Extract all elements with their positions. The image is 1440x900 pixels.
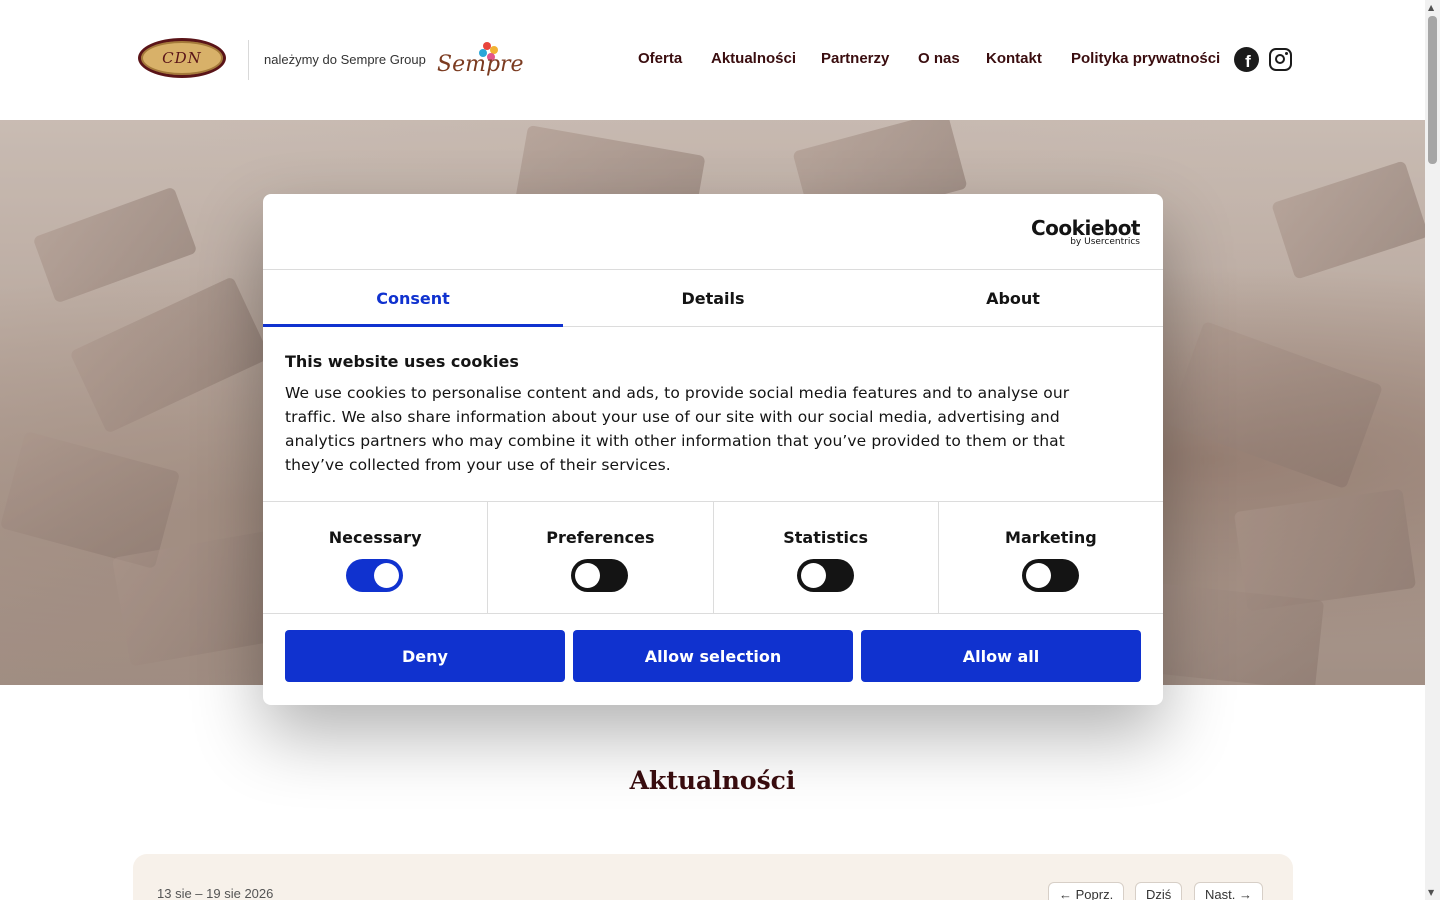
dialog-description: We use cookies to personalise content an… xyxy=(285,384,1070,474)
toggle-marketing-cell: Marketing xyxy=(939,502,1163,613)
facebook-icon[interactable]: f xyxy=(1234,47,1259,72)
site-header: CDN należymy do Sempre Group Sempre Ofer… xyxy=(0,0,1425,120)
nav-oferta[interactable]: Oferta xyxy=(638,50,682,67)
cdn-logo-text: CDN xyxy=(162,49,202,67)
cookiebot-logo: Cookiebot by Usercentrics xyxy=(1031,216,1141,247)
nav-kontakt[interactable]: Kontakt xyxy=(986,50,1042,67)
toggle-necessary-label: Necessary xyxy=(328,528,422,547)
scrollbar-thumb[interactable] xyxy=(1428,16,1437,164)
cookie-consent-dialog: Cookiebot by Usercentrics Consent Detail… xyxy=(263,194,1163,705)
nav-o-nas[interactable]: O nas xyxy=(918,50,960,67)
nav-aktualnosci[interactable]: Aktualności xyxy=(711,50,796,67)
toggle-preferences-switch[interactable] xyxy=(571,559,629,592)
dialog-buttons: Deny Allow selection Allow all xyxy=(285,630,1141,682)
page-scrollbar[interactable]: ▲ ▼ xyxy=(1425,0,1440,900)
tab-consent[interactable]: Consent xyxy=(263,270,563,327)
group-membership-text: należymy do Sempre Group xyxy=(264,52,426,67)
calendar-next-button[interactable]: Nast. → xyxy=(1194,882,1263,900)
toggle-statistics-switch[interactable] xyxy=(796,559,854,592)
sempre-logo[interactable]: Sempre xyxy=(437,40,524,80)
toggle-statistics-cell: Statistics xyxy=(714,502,939,613)
nav-partnerzy[interactable]: Partnerzy xyxy=(821,50,889,67)
tab-about[interactable]: About xyxy=(863,270,1163,326)
toggle-marketing-label: Marketing xyxy=(1005,528,1097,547)
scroll-up-icon[interactable]: ▲ xyxy=(1428,3,1434,12)
calendar-today-button[interactable]: Dziś xyxy=(1135,882,1183,900)
toggle-statistics-label: Statistics xyxy=(783,528,868,547)
instagram-icon[interactable] xyxy=(1269,48,1292,71)
toggle-necessary-switch[interactable] xyxy=(346,559,404,592)
allow-all-button[interactable]: Allow all xyxy=(861,630,1141,682)
dialog-heading: This website uses cookies xyxy=(285,352,519,371)
scroll-down-icon[interactable]: ▼ xyxy=(1428,888,1434,897)
deny-button[interactable]: Deny xyxy=(285,630,565,682)
toggle-preferences-cell: Preferences xyxy=(488,502,714,613)
calendar-date-range: 13 sie – 19 sie 2026 xyxy=(157,886,274,900)
toggle-necessary-cell: Necessary xyxy=(263,502,489,613)
sempre-logo-text: Sempre xyxy=(437,52,524,77)
toggle-preferences-label: Preferences xyxy=(546,528,655,547)
cdn-logo[interactable]: CDN xyxy=(138,38,226,78)
allow-selection-button[interactable]: Allow selection xyxy=(573,630,853,682)
section-title: Aktualności xyxy=(629,766,796,795)
dialog-tabs: Consent Details About xyxy=(263,270,1163,327)
tab-details[interactable]: Details xyxy=(563,270,863,326)
nav-polityka-prywatnosci[interactable]: Polityka prywatności xyxy=(1071,50,1220,67)
consent-toggles: Necessary Preferences Statistics Marketi… xyxy=(263,501,1163,614)
calendar-prev-button[interactable]: ← Poprz. xyxy=(1048,882,1125,900)
logo-divider xyxy=(248,40,249,80)
dialog-body: This website uses cookies We use cookies… xyxy=(285,352,1115,477)
toggle-marketing-switch[interactable] xyxy=(1021,559,1079,592)
